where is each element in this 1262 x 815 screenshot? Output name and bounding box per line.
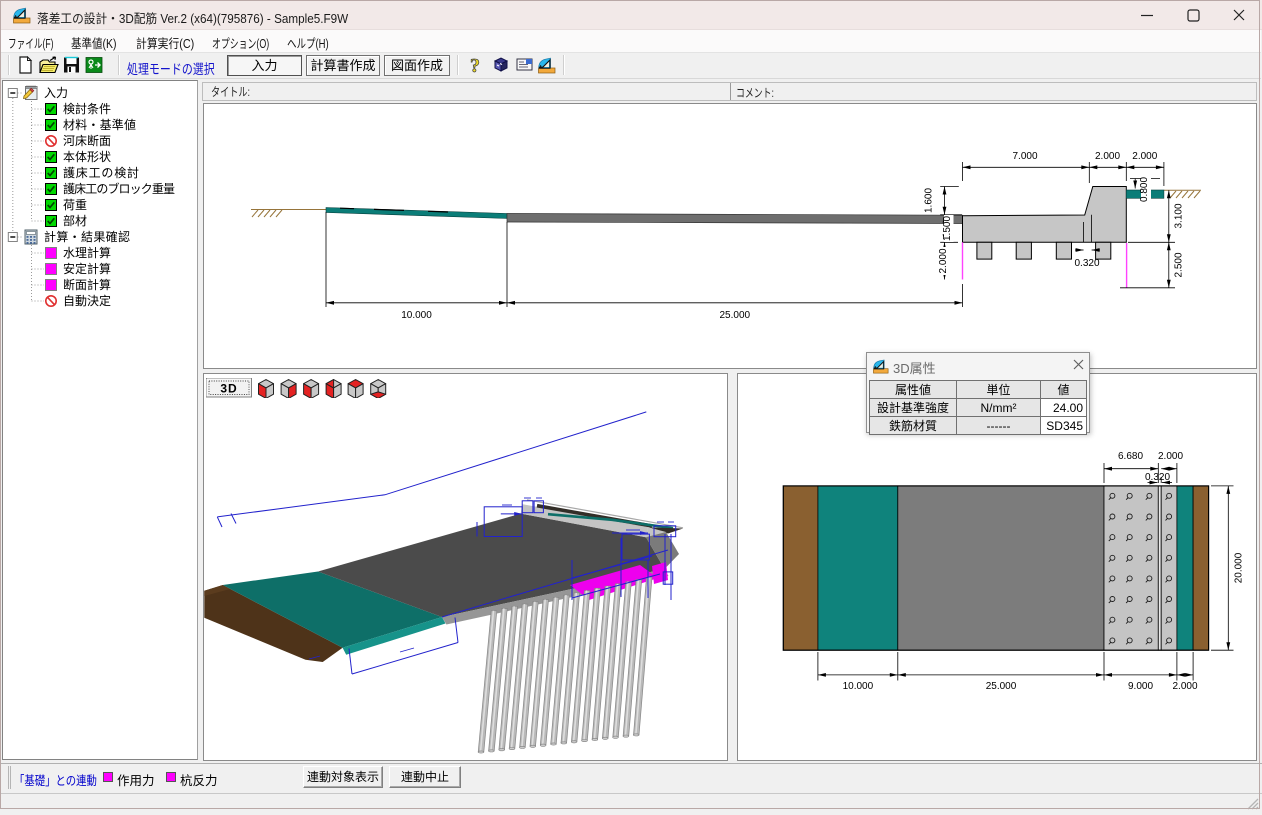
- svg-text:安定計算: 安定計算: [63, 261, 111, 276]
- svg-text:入力: 入力: [44, 86, 68, 100]
- svg-text:材料・基準値: 材料・基準値: [63, 117, 136, 132]
- svg-text:計算・結果確認: 計算・結果確認: [44, 229, 130, 244]
- svg-text:10.000: 10.000: [843, 681, 874, 692]
- svg-text:本体形状: 本体形状: [63, 150, 111, 164]
- svg-text:0.320: 0.320: [1145, 472, 1170, 483]
- svg-text:断面計算: 断面計算: [63, 277, 111, 292]
- svg-text:2.000: 2.000: [1172, 681, 1197, 692]
- svg-text:水理計算: 水理計算: [63, 245, 111, 260]
- svg-text:3D: 3D: [220, 382, 237, 396]
- svg-text:0.800: 0.800: [1139, 177, 1150, 202]
- svg-text:2.000: 2.000: [1158, 451, 1183, 462]
- svg-text:1.500: 1.500: [942, 216, 953, 241]
- svg-text:河床断面: 河床断面: [63, 133, 111, 148]
- svg-text:1.600: 1.600: [924, 188, 935, 213]
- svg-text:?: ?: [470, 55, 480, 75]
- svg-text:自動決定: 自動決定: [63, 293, 111, 308]
- svg-text:10.000: 10.000: [401, 310, 432, 321]
- svg-text:2.000: 2.000: [938, 248, 949, 273]
- svg-text:2.000: 2.000: [1095, 151, 1120, 162]
- svg-text:検討条件: 検討条件: [63, 101, 111, 116]
- svg-text:0.320: 0.320: [1074, 258, 1099, 269]
- svg-text:護床工のブロック重量: 護床工のブロック重量: [63, 181, 175, 196]
- svg-text:護床工の検討: 護床工の検討: [63, 165, 139, 180]
- svg-text:荷重: 荷重: [63, 198, 87, 212]
- svg-text:2.000: 2.000: [1132, 151, 1157, 162]
- svg-text:25.000: 25.000: [986, 681, 1017, 692]
- svg-text:3.100: 3.100: [1174, 203, 1185, 228]
- svg-text:20.000: 20.000: [1234, 552, 1245, 583]
- svg-text:9.000: 9.000: [1128, 681, 1153, 692]
- svg-text:7.000: 7.000: [1012, 151, 1037, 162]
- svg-text:2.500: 2.500: [1174, 252, 1185, 277]
- svg-text:25.000: 25.000: [720, 310, 751, 321]
- svg-text:6.680: 6.680: [1118, 451, 1143, 462]
- svg-text:部材: 部材: [63, 213, 87, 228]
